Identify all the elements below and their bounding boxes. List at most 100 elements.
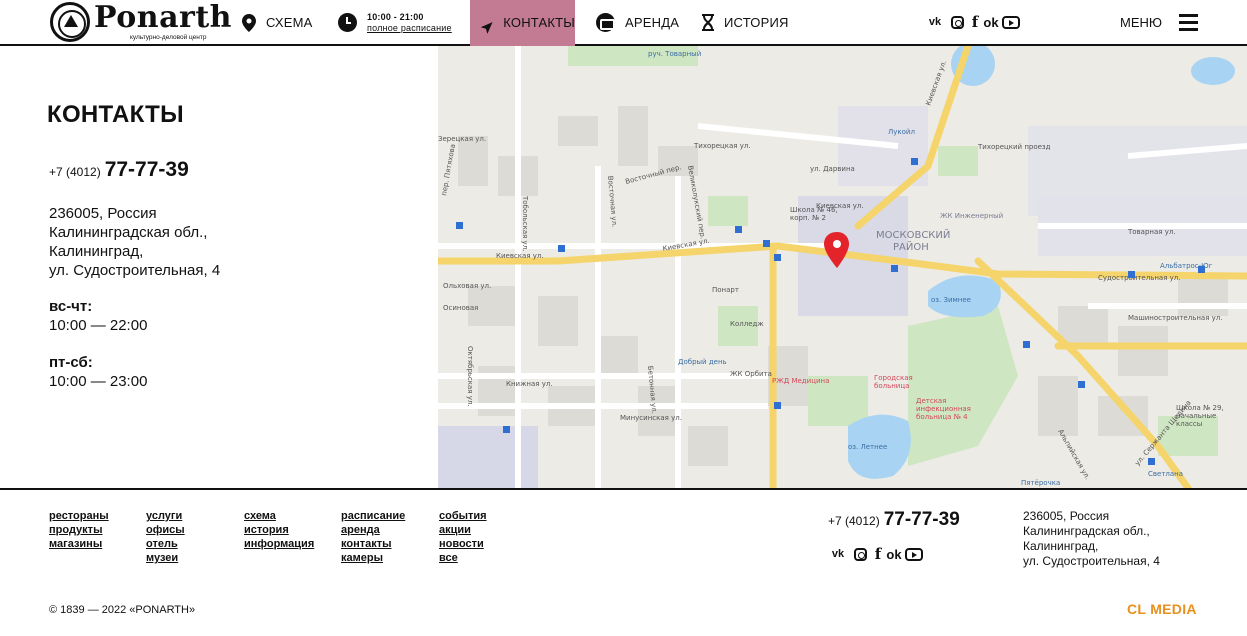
map-label-street: Товарная ул. [1127, 228, 1176, 236]
map-label-street: Тобольская ул. [521, 195, 529, 251]
nav-history[interactable]: ИСТОРИЯ [702, 0, 789, 45]
location-map[interactable]: МОСКОВСКИЙ РАЙОН Киевская ул. Киевская у… [438, 46, 1247, 488]
map-label-street: Киевская ул. [496, 252, 544, 260]
address-line: 236005, Россия [49, 205, 157, 222]
map-label-poi: РЖД Медицина [772, 377, 829, 385]
footer-link[interactable]: музеи [146, 551, 185, 565]
footer-link[interactable]: все [439, 551, 487, 565]
footer-phone[interactable]: +7 (4012) 77-77-39 [828, 509, 960, 531]
address-line: Калининград, [1023, 539, 1099, 553]
footer-link[interactable]: информация [244, 537, 314, 551]
map-label-street: Судостроительная ул. [1098, 274, 1180, 282]
logo-emblem-icon [50, 2, 90, 42]
map-label-poi: ЖК Инженерный [940, 212, 1003, 220]
map-label-poi: Пятёрочка [1021, 479, 1060, 487]
navigation-arrow-icon [480, 22, 493, 34]
youtube-icon[interactable] [905, 547, 923, 561]
footer-nav-column: схема история информация [244, 509, 314, 551]
map-label-street: Зерецкая ул. [438, 135, 486, 143]
footer-link[interactable]: продукты [49, 523, 109, 537]
address-line: 236005, Россия [1023, 509, 1110, 523]
map-label-district: РАЙОН [893, 240, 929, 253]
logo-wordmark: Ponarth [94, 0, 232, 35]
address-line: Калининградская обл., [49, 224, 208, 241]
schedule-weekend: пт-сб: 10:00 — 23:00 [49, 353, 147, 391]
instagram-icon[interactable] [854, 547, 867, 561]
odnoklassniki-icon[interactable]: ok [886, 545, 901, 563]
map-label-street: ул. Дарвина [810, 165, 855, 173]
site-logo[interactable]: Ponarth культурно-деловой центр [50, 0, 232, 44]
schedule-weekdays: вс-чт: 10:00 — 22:00 [49, 297, 147, 335]
phone-number: 77-77-39 [104, 158, 189, 181]
youtube-icon[interactable] [1002, 15, 1020, 29]
facebook-icon[interactable]: f [873, 545, 883, 563]
footer-link[interactable]: новости [439, 537, 487, 551]
phone-code: +7 (4012) [49, 165, 101, 179]
contact-phone[interactable]: +7 (4012) 77-77-39 [49, 158, 189, 182]
map-label-street: Машиностроительная ул. [1128, 314, 1222, 322]
logo-subtitle: культурно-деловой центр [130, 34, 207, 41]
nav-hours[interactable]: 10:00 - 21:00 полное расписание [338, 0, 452, 45]
nav-rent[interactable]: АРЕНДА [596, 0, 679, 45]
developer-credit[interactable]: CL MEDIA [1127, 601, 1197, 617]
map-label-street: Книжная ул. [506, 380, 553, 388]
odnoklassniki-icon[interactable]: ok [983, 13, 998, 31]
page-title: КОНТАКТЫ [47, 101, 184, 128]
address-line: Калининград, [49, 243, 144, 260]
map-label-poi: корп. № 2 [790, 214, 826, 222]
hourglass-icon [702, 14, 714, 31]
nav-schema[interactable]: СХЕМА [242, 0, 313, 45]
menu-label[interactable]: МЕНЮ [1120, 15, 1162, 30]
map-label-poi: Добрый день [678, 358, 727, 366]
footer-link[interactable]: камеры [341, 551, 405, 565]
footer-link[interactable]: события [439, 509, 487, 523]
footer-nav-column: события акции новости все [439, 509, 487, 565]
schedule-days: вс-чт: [49, 298, 93, 315]
footer-link[interactable]: отель [146, 537, 185, 551]
site-header: Ponarth культурно-деловой центр СХЕМА 10… [0, 0, 1247, 56]
map-label-street: Ольховая ул. [443, 282, 491, 290]
footer-link[interactable]: история [244, 523, 314, 537]
footer-link[interactable]: офисы [146, 523, 185, 537]
map-label-lake: оз. Зимнее [931, 296, 971, 304]
map-label-poi: Детская [916, 397, 946, 405]
map-label-district: МОСКОВСКИЙ [876, 228, 950, 241]
map-label-street: Тихорецкий проезд [977, 143, 1051, 151]
nav-schema-label: СХЕМА [266, 15, 313, 30]
footer-nav-column: расписание аренда контакты камеры [341, 509, 405, 565]
map-label-poi: больница [874, 382, 909, 390]
vk-icon[interactable]: vk [925, 13, 945, 31]
clock-icon [338, 13, 357, 32]
vk-icon[interactable]: vk [828, 545, 848, 563]
footer-link[interactable]: схема [244, 509, 314, 523]
map-label-poi: ЖК Орбита [730, 370, 772, 378]
map-label-poi: классы [1176, 420, 1202, 428]
map-canvas: МОСКОВСКИЙ РАЙОН Киевская ул. Киевская у… [438, 46, 1247, 488]
instagram-icon[interactable] [951, 15, 964, 29]
map-label-lake: оз. Летнее [848, 443, 887, 451]
hamburger-menu-icon[interactable] [1179, 13, 1198, 32]
hours-time: 10:00 - 21:00 [367, 11, 424, 22]
rent-icon [596, 13, 615, 32]
phone-number: 77-77-39 [883, 509, 960, 530]
address-line: ул. Судостроительная, 4 [1023, 554, 1160, 568]
footer-link[interactable]: контакты [341, 537, 405, 551]
full-schedule-link[interactable]: полное расписание [367, 23, 452, 34]
footer-divider [0, 488, 1247, 490]
copyright: © 1839 — 2022 «PONARTH» [49, 604, 196, 616]
footer-link[interactable]: услуги [146, 509, 185, 523]
footer-nav-column: услуги офисы отель музеи [146, 509, 185, 565]
nav-history-label: ИСТОРИЯ [724, 15, 789, 30]
footer-link[interactable]: расписание [341, 509, 405, 523]
footer-link[interactable]: магазины [49, 537, 109, 551]
contact-address: 236005, Россия Калининградская обл., Кал… [49, 204, 220, 280]
schedule-time: 10:00 — 23:00 [49, 373, 148, 390]
header-socials: vk f ok [925, 13, 1020, 31]
phone-code: +7 (4012) [828, 514, 880, 528]
footer-link[interactable]: аренда [341, 523, 405, 537]
map-label-poi: Школа № 46, [790, 206, 838, 214]
facebook-icon[interactable]: f [970, 13, 980, 31]
address-line: Калининградская обл., [1023, 524, 1150, 538]
footer-link[interactable]: акции [439, 523, 487, 537]
footer-link[interactable]: рестораны [49, 509, 109, 523]
